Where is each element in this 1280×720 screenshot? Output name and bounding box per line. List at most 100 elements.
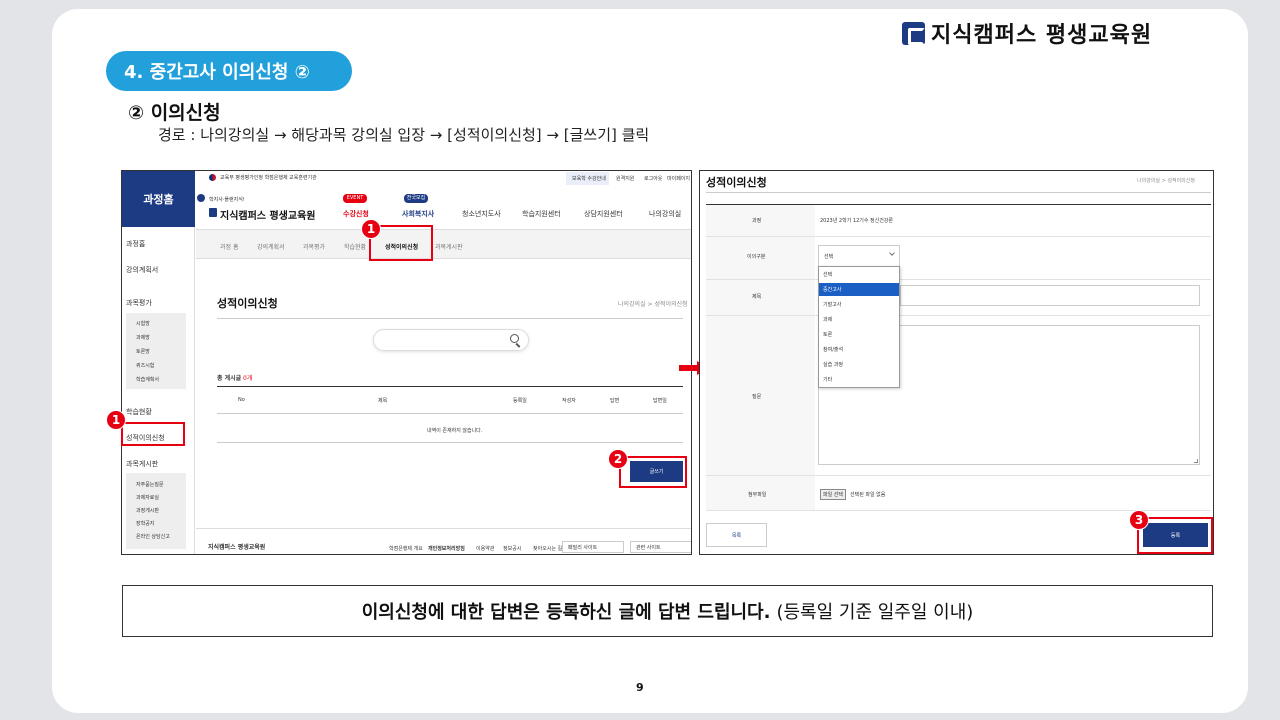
type-option[interactable]: 선택 — [823, 271, 832, 278]
site-logo-icon — [209, 208, 217, 217]
top-link[interactable]: 마이페이지 — [667, 175, 690, 182]
course-value: 2023년 2학기 12기수 정신건강론 — [820, 218, 894, 224]
col-answer: 답변 — [610, 398, 620, 404]
top-link[interactable]: 원격지원 — [616, 175, 634, 182]
sidebar-title: 과정홈 — [143, 193, 174, 206]
tab-eval[interactable]: 과목평가 — [303, 242, 325, 251]
sidebar-sub[interactable]: 토론방 — [136, 348, 150, 355]
row-line — [706, 236, 1211, 237]
nav-item-social[interactable]: 사회복지사 — [402, 209, 434, 219]
marker-2-write: 2 — [608, 449, 628, 469]
nav-item-learning[interactable]: 학습지원센터 — [522, 209, 561, 219]
total-label: 총 게시글 — [217, 375, 242, 382]
family-site-label: 패밀리 사이트 — [568, 545, 598, 551]
type-option[interactable]: 참여/출석 — [823, 346, 843, 353]
event-badge: EVENT — [343, 194, 367, 203]
search-icon[interactable] — [510, 334, 519, 343]
col-date: 등록일 — [513, 398, 527, 404]
label-type: 이의구분 — [747, 254, 766, 260]
brand-name: 지식캠퍼스 평생교육원 — [931, 23, 1153, 48]
type-option[interactable]: 과제 — [823, 316, 832, 323]
search-input[interactable] — [373, 329, 529, 351]
resize-handle-icon — [1194, 459, 1198, 463]
row-line — [706, 475, 1211, 476]
highlight-sidebar-grade-appeal — [121, 422, 185, 446]
brand-logo-icon — [902, 21, 925, 45]
file-none-text: 선택된 파일 없음 — [850, 492, 886, 498]
marker-3-submit: 3 — [1129, 510, 1149, 530]
label-course: 과정 — [752, 218, 762, 224]
sidebar-sub[interactable]: 과제자료실 — [136, 494, 159, 501]
footer-logo: 지식캠퍼스 평생교육원 — [208, 544, 266, 551]
footer-link[interactable]: 개인정보처리방침 — [428, 545, 465, 552]
breadcrumb: 나의강의실 > 성적이의신청 — [618, 301, 688, 308]
top-link[interactable]: 로그아웃 — [644, 175, 662, 182]
new-badge: 전국모집 — [404, 194, 428, 203]
footer-link[interactable]: 찾아오시는 길 — [533, 545, 562, 552]
form-top-line — [706, 192, 1211, 193]
sidebar-item-progress[interactable]: 학습현황 — [126, 407, 152, 417]
note-rest: (등록일 기준 일주일 이내) — [776, 602, 974, 623]
title-underline — [217, 318, 683, 319]
logo-sub: 학지사·플랜지식! — [209, 197, 245, 203]
tab-syllabus[interactable]: 강의계획서 — [257, 242, 285, 251]
top-link[interactable]: 보육학 수강안내 — [572, 175, 606, 182]
top-notice: 교육부 평생평가인정 학점은행제 교육훈련기관 — [220, 175, 317, 181]
tab-home[interactable]: 과정 홈 — [220, 242, 238, 251]
nav-item-youth[interactable]: 청소년지도사 — [462, 209, 501, 219]
type-option[interactable]: 실습 과정 — [823, 361, 843, 368]
total-count: 0개 — [243, 375, 253, 382]
sidebar-sub[interactable]: 학습계획서 — [136, 376, 159, 383]
type-option[interactable]: 중간고사 — [823, 286, 841, 293]
subject-input[interactable] — [900, 285, 1200, 306]
highlight-write-button — [619, 456, 687, 488]
back-circle-icon[interactable] — [197, 194, 205, 202]
type-option[interactable]: 토론 — [823, 331, 832, 338]
type-option[interactable]: 기말고사 — [823, 301, 841, 308]
list-button[interactable]: 목록 — [706, 523, 767, 547]
sidebar-sub[interactable]: 시험방 — [136, 320, 150, 327]
note-box: 이의신청에 대한 답변은 등록하신 글에 답변 드립니다. (등록일 기준 일주… — [122, 585, 1213, 637]
col-answer-date: 답변일 — [653, 398, 667, 404]
sidebar-sub[interactable]: 온라인 상담신고 — [136, 533, 170, 540]
screenshot-appeal-form: 성적이의신청 나의강의실 > 성적이의신청 과정 2023년 2학기 12기수 … — [699, 170, 1214, 555]
nav-item-enroll[interactable]: 수강신청 — [343, 209, 369, 219]
sidebar-item-board[interactable]: 과목게시판 — [126, 459, 158, 469]
sidebar-item-syllabus[interactable]: 강의계획서 — [126, 265, 158, 275]
empty-message: 내역이 존재하지 않습니다. — [427, 428, 483, 434]
row-line — [706, 315, 1211, 316]
sidebar-sub[interactable]: 자주묻는질문 — [136, 481, 164, 488]
sidebar: 과정홈 과정홈 강의계획서 과목평가 시험방 과제방 토론방 퀴즈시험 학습계획… — [122, 171, 195, 554]
footer-link[interactable]: 정보공시 — [503, 545, 521, 552]
sidebar-sub[interactable]: 장학공지 — [136, 520, 154, 527]
brand: 지식캠퍼스 평생교육원 — [902, 18, 1152, 48]
sidebar-item-home[interactable]: 과정홈 — [126, 239, 145, 249]
row-line — [706, 279, 1211, 280]
label-file: 첨부파일 — [748, 492, 767, 498]
site-logo-name[interactable]: 지식캠퍼스 평생교육원 — [220, 207, 315, 222]
tab-board[interactable]: 과목게시판 — [435, 242, 463, 251]
step-title: ② 이의신청 — [128, 102, 221, 124]
section-title: 4. 중간고사 이의신청 ② — [106, 51, 352, 91]
sidebar-sub[interactable]: 과정게시판 — [136, 507, 159, 514]
label-subject: 제목 — [752, 294, 762, 300]
list-button-label: 목록 — [731, 532, 742, 539]
nav-item-counsel[interactable]: 상담지원센터 — [584, 209, 623, 219]
footer-link[interactable]: 학점은행제 개요 — [389, 545, 423, 552]
type-select-value: 선택 — [824, 254, 834, 260]
marker-1-sidebar: 1 — [106, 410, 126, 430]
sidebar-item-eval[interactable]: 과목평가 — [126, 298, 152, 308]
table-bottom-line — [217, 442, 683, 443]
nav-item-myroom[interactable]: 나의강의실 — [649, 209, 681, 219]
tab-progress[interactable]: 학습현황 — [344, 242, 366, 251]
label-column — [706, 205, 815, 510]
sidebar-sub[interactable]: 과제방 — [136, 334, 150, 341]
form-title: 성적이의신청 — [706, 176, 767, 189]
type-option[interactable]: 기타 — [823, 376, 832, 383]
col-no: No — [238, 397, 245, 403]
file-select-button[interactable]: 파일 선택 — [820, 489, 846, 500]
footer-link[interactable]: 이용약관 — [476, 545, 494, 552]
step-path: 경로 : 나의강의실 → 해당과목 강의실 입장 → [성적이의신청] → [글… — [158, 126, 650, 144]
sidebar-sub[interactable]: 퀴즈시험 — [136, 362, 154, 369]
gov-emblem-icon — [209, 174, 216, 181]
